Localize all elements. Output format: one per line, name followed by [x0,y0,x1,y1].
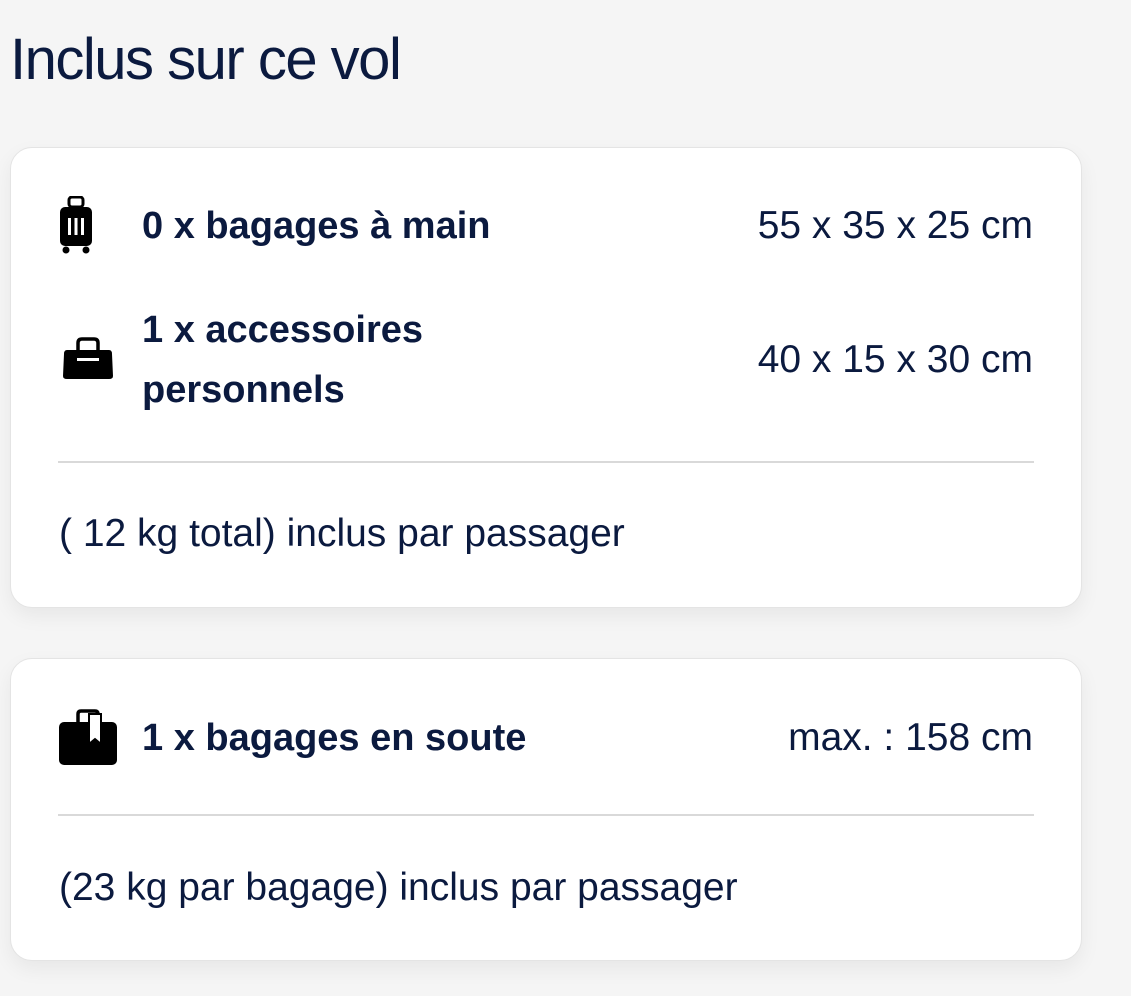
checked-bag-row: 1 x bagages en soute max. : 158 cm [11,708,1081,768]
rolling-suitcase-icon [57,196,95,256]
personal-item-dimensions: 40 x 15 x 30 cm [757,338,1033,381]
baggage-page: Inclus sur ce vol 0 x bagages à main 55 … [0,0,1131,996]
handbag-icon [61,336,115,382]
divider [58,461,1034,463]
cabin-baggage-card: 0 x bagages à main 55 x 35 x 25 cm 1 x a… [10,147,1082,608]
checked-bag-dimensions: max. : 158 cm [788,716,1033,759]
cabin-bag-row: 0 x bagages à main 55 x 35 x 25 cm [11,196,1081,256]
page-title: Inclus sur ce vol [10,27,402,92]
cabin-bag-dimensions: 55 x 35 x 25 cm [757,204,1033,247]
personal-item-label: 1 x accessoires personnels [142,300,423,420]
divider [58,814,1034,816]
checked-bag-icon [57,708,119,768]
personal-item-label-line2: personnels [142,369,345,411]
personal-item-row: 1 x accessoires personnels 40 x 15 x 30 … [11,300,1081,420]
checked-allowance-note: (23 kg par bagage) inclus par passager [59,866,738,909]
cabin-bag-label: 0 x bagages à main [142,205,491,247]
cabin-allowance-note: ( 12 kg total) inclus par passager [59,512,625,555]
checked-bag-label: 1 x bagages en soute [142,717,527,759]
personal-item-label-line1: 1 x accessoires [142,309,424,351]
checked-baggage-card: 1 x bagages en soute max. : 158 cm (23 k… [10,658,1082,961]
